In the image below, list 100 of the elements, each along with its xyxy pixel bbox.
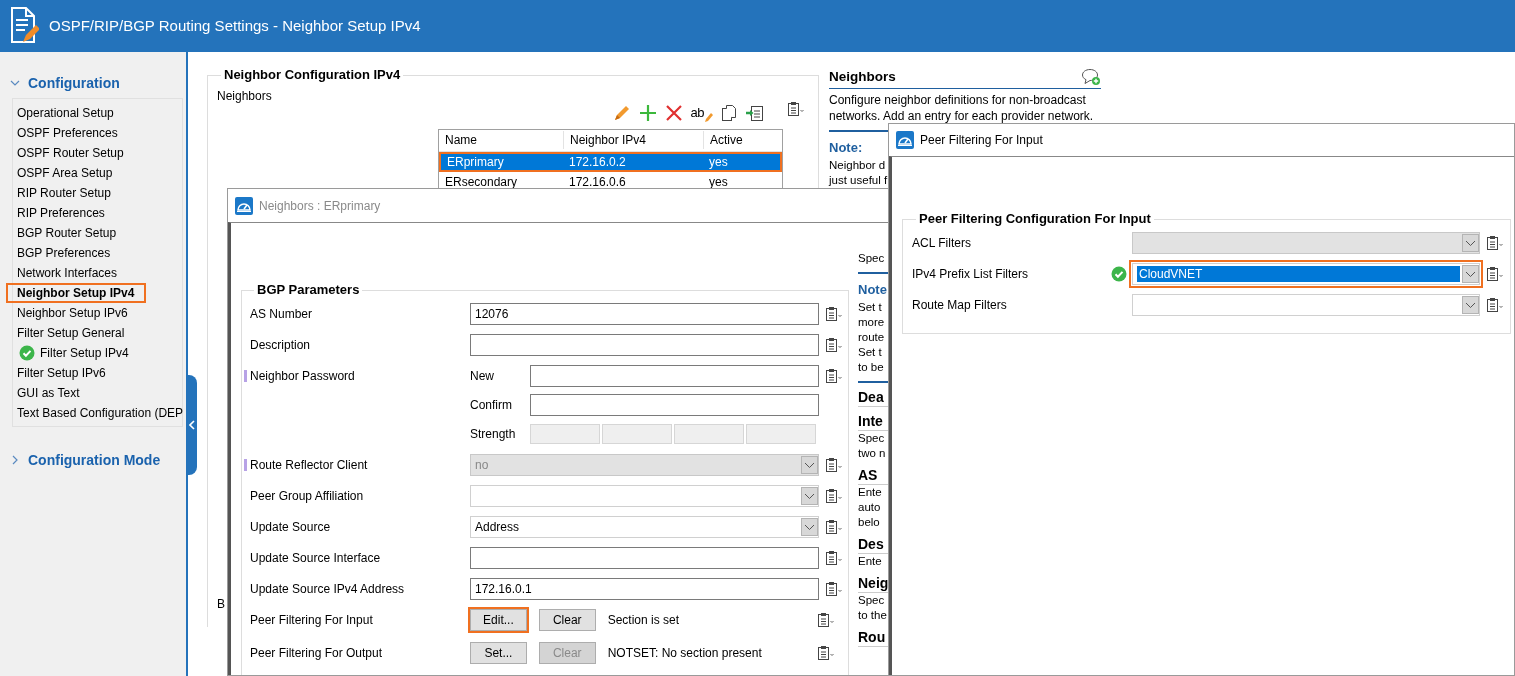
- help-text: Ente: [858, 553, 882, 569]
- input-field[interactable]: 172.16.0.1: [470, 577, 819, 600]
- sidebar-item[interactable]: BGP Preferences: [13, 243, 117, 263]
- note-text: just useful f: [829, 172, 888, 188]
- clipboard-menu-icon[interactable]: [1486, 296, 1504, 313]
- help-text: route: [858, 329, 885, 345]
- note-text: Neighbor d: [829, 157, 886, 173]
- plus-icon[interactable]: [638, 103, 657, 122]
- table-row[interactable]: ERprimary 172.16.0.2 yes: [439, 151, 782, 172]
- caret-icon: [1462, 233, 1479, 252]
- clipboard-menu-icon[interactable]: [825, 367, 843, 384]
- clipboard-menu-icon[interactable]: [787, 100, 805, 117]
- help-text: two n: [858, 445, 886, 461]
- clipboard-menu-icon[interactable]: [825, 580, 843, 597]
- help-text: more: [858, 314, 885, 330]
- edit-button[interactable]: Edit...: [470, 608, 527, 631]
- input-field[interactable]: [530, 364, 819, 387]
- dropdown[interactable]: Address: [470, 515, 819, 538]
- field-label: Update Source IPv4 Address: [250, 580, 405, 598]
- column-header[interactable]: Name: [439, 131, 563, 149]
- field-label: IPv4 Prefix List Filters: [912, 265, 1029, 283]
- clipboard-menu-icon[interactable]: [817, 645, 835, 661]
- field-label: B: [217, 595, 225, 613]
- field-label: Update Source: [250, 518, 331, 536]
- sidebar-item[interactable]: Filter Setup IPv6: [13, 363, 112, 383]
- caret-icon: [1462, 295, 1479, 314]
- copy-icon[interactable]: [721, 103, 737, 122]
- clipboard-menu-icon[interactable]: [825, 518, 843, 535]
- help-text: Set t: [858, 344, 882, 360]
- help-text: Spec: [858, 251, 885, 266]
- sidebar-item[interactable]: GUI as Text: [13, 383, 86, 403]
- sidebar-item[interactable]: Neighbor Setup IPv4: [6, 283, 147, 303]
- chevron-right-icon[interactable]: [10, 455, 20, 465]
- field-label: Description: [250, 336, 311, 354]
- chevron-down-icon[interactable]: [10, 78, 20, 88]
- paste-icon[interactable]: [745, 103, 765, 122]
- caret-icon: [801, 517, 818, 536]
- table-cell-text: 172.16.0.6: [568, 173, 627, 191]
- field-label: ACL Filters: [912, 234, 971, 252]
- field-label: Peer Group Affiliation: [250, 487, 364, 505]
- sidebar-item[interactable]: OSPF Router Setup: [13, 143, 130, 163]
- document-edit-icon: [9, 6, 39, 46]
- help-title: Neighbors: [829, 68, 896, 86]
- clipboard-menu-icon[interactable]: [1486, 265, 1504, 282]
- rename-button[interactable]: ab: [690, 103, 713, 123]
- group-title: BGP Parameters: [256, 282, 361, 298]
- column-header[interactable]: Active: [703, 131, 782, 149]
- sidebar-item[interactable]: OSPF Area Setup: [13, 163, 119, 183]
- help-text: auto: [858, 499, 881, 515]
- cross-icon[interactable]: [664, 103, 683, 122]
- clipboard-menu-icon[interactable]: [817, 611, 835, 628]
- clipboard-menu-icon[interactable]: [825, 456, 843, 473]
- field-label: Neighbor Password: [250, 367, 355, 385]
- dropdown[interactable]: CloudVNET: [1132, 262, 1480, 285]
- status-text: NOTSET: No section present: [607, 645, 763, 662]
- comment-add-icon[interactable]: [1081, 68, 1101, 87]
- sidebar-item[interactable]: Operational Setup: [13, 103, 120, 123]
- clipboard-menu-icon[interactable]: [825, 305, 843, 322]
- status-text: Section is set: [607, 611, 681, 629]
- field-label: Peer Filtering For Output: [250, 645, 383, 662]
- section-title[interactable]: Configuration Mode: [28, 449, 161, 471]
- note-title: Note: [858, 281, 887, 299]
- sidebar-item[interactable]: Network Interfaces: [13, 263, 124, 283]
- field-label: AS Number: [250, 305, 313, 323]
- input-field[interactable]: [470, 333, 819, 356]
- group-title: Neighbor Configuration IPv4: [223, 67, 402, 83]
- collapse-handle[interactable]: [186, 375, 197, 475]
- input-field[interactable]: 12076: [470, 302, 819, 325]
- table-cell-text: yes: [708, 153, 729, 171]
- sidebar-item[interactable]: Filter Setup IPv4: [13, 343, 135, 363]
- table-cell-text: yes: [708, 173, 729, 191]
- field-label: Confirm: [470, 397, 513, 414]
- sidebar-item[interactable]: BGP Router Setup: [13, 223, 123, 243]
- window-title: OSPF/RIP/BGP Routing Settings - Neighbor Setup IPv4: [49, 15, 421, 36]
- window-icon: [235, 196, 253, 215]
- clipboard-menu-icon[interactable]: [825, 549, 843, 566]
- edit-button[interactable]: Set...: [470, 642, 527, 664]
- sidebar-item[interactable]: Neighbor Setup IPv6: [13, 303, 134, 323]
- clear-button[interactable]: Clear: [538, 608, 596, 631]
- field-label: Route Map Filters: [912, 296, 1007, 314]
- help-text: Configure neighbor definitions for non-broadcast networks. Add an entry for each provider network.: [829, 92, 1095, 125]
- window-icon: [896, 131, 914, 149]
- sidebar-item[interactable]: Filter Setup General: [13, 323, 131, 343]
- field-label: New: [470, 367, 495, 385]
- clipboard-menu-icon[interactable]: [825, 487, 843, 504]
- clipboard-menu-icon[interactable]: [825, 336, 843, 353]
- caret-icon: [801, 486, 818, 505]
- input-field[interactable]: [530, 394, 819, 416]
- table-row[interactable]: ERsecondary 172.16.0.6 yes: [439, 171, 782, 192]
- sidebar-item[interactable]: RIP Router Setup: [13, 183, 117, 203]
- sidebar-item[interactable]: Text Based Configuration (DEP: [13, 403, 190, 423]
- pencil-icon[interactable]: [612, 103, 631, 122]
- table-cell-text: ERprimary: [446, 153, 505, 171]
- column-header[interactable]: Neighbor IPv4: [563, 131, 703, 149]
- sidebar-item[interactable]: OSPF Preferences: [13, 123, 124, 143]
- input-field[interactable]: [470, 546, 819, 569]
- help-text: Spec: [858, 430, 885, 446]
- sidebar-item[interactable]: RIP Preferences: [13, 203, 111, 223]
- table-cell-text: ERsecondary: [444, 173, 519, 191]
- section-title[interactable]: Configuration: [28, 72, 120, 94]
